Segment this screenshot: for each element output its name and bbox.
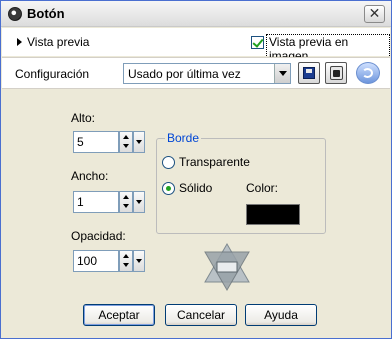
opacity-label: Opacidad: <box>71 229 126 243</box>
height-label: Alto: <box>71 111 96 125</box>
expand-arrow-icon[interactable] <box>17 38 22 46</box>
floppy-disk-icon <box>303 67 315 79</box>
config-label: Configuración <box>15 67 90 81</box>
title-bar: Botón ✕ <box>1 1 391 27</box>
height-stepper[interactable] <box>119 131 133 153</box>
width-input[interactable]: 1 <box>73 191 119 213</box>
border-group-title: Borde <box>165 131 202 145</box>
load-preset-button[interactable] <box>325 62 347 84</box>
chevron-down-icon[interactable] <box>274 64 290 83</box>
config-select-value: Usado por última vez <box>128 67 241 81</box>
save-preset-button[interactable] <box>298 62 320 84</box>
color-label: Color: <box>246 181 279 195</box>
close-icon: ✕ <box>368 5 381 21</box>
dialog-window: Botón ✕ Vista previa Vista previa en ima… <box>0 0 392 339</box>
width-dropdown[interactable] <box>133 191 145 213</box>
height-spinner[interactable]: 5 <box>73 131 145 153</box>
help-button[interactable]: Ayuda <box>245 304 317 326</box>
solid-radio[interactable] <box>162 182 175 195</box>
height-input[interactable]: 5 <box>73 131 119 153</box>
opacity-input[interactable]: 100 <box>73 250 119 272</box>
width-spinner[interactable]: 1 <box>73 191 145 213</box>
opacity-stepper[interactable] <box>119 250 133 272</box>
reset-arrow-icon <box>362 68 373 78</box>
width-label: Ancho: <box>71 169 109 183</box>
app-icon <box>8 7 22 21</box>
width-stepper[interactable] <box>119 191 133 213</box>
opacity-spinner[interactable]: 100 <box>73 250 145 272</box>
app-logo-icon <box>204 243 250 291</box>
window-title: Botón <box>27 6 65 21</box>
dice-icon <box>330 66 343 80</box>
dialog-content: Alto: 5 Ancho: 1 Opacidad: 100 Borde Tra… <box>2 90 390 338</box>
height-dropdown[interactable] <box>133 131 145 153</box>
config-select[interactable]: Usado por última vez <box>123 63 291 84</box>
opacity-dropdown[interactable] <box>133 250 145 272</box>
ok-button[interactable]: Aceptar <box>83 304 155 326</box>
preview-on-image-checkbox[interactable] <box>251 36 264 49</box>
transparent-radio[interactable] <box>162 156 175 169</box>
preview-toggle-label[interactable]: Vista previa <box>27 35 89 49</box>
border-group: Borde Transparente Sólido Color: <box>156 131 326 234</box>
color-swatch[interactable] <box>246 204 300 225</box>
transparent-label[interactable]: Transparente <box>179 155 250 169</box>
reset-button[interactable] <box>356 62 380 84</box>
config-bar: Configuración Usado por última vez <box>2 57 390 89</box>
solid-label[interactable]: Sólido <box>179 181 212 195</box>
preview-bar: Vista previa Vista previa en imagen <box>2 28 390 64</box>
close-button[interactable]: ✕ <box>364 5 385 23</box>
cancel-button[interactable]: Cancelar <box>165 304 237 326</box>
